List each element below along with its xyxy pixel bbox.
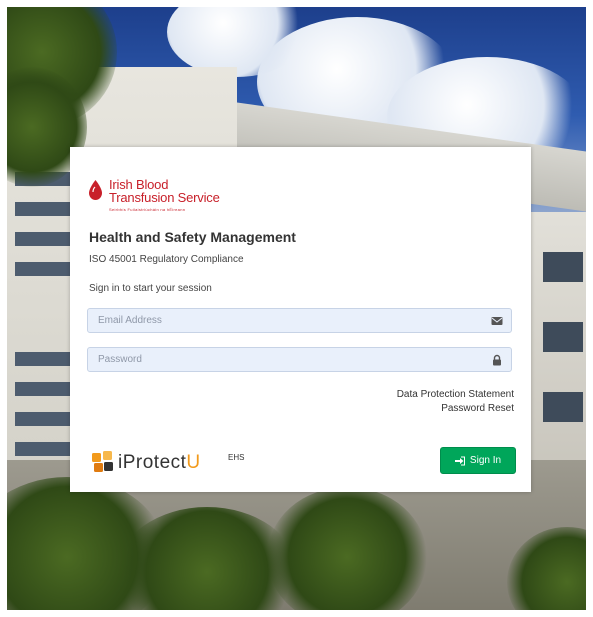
iprotectu-wordmark: iProtectU — [118, 452, 201, 474]
blood-drop-icon — [89, 180, 102, 200]
password-reset-link[interactable]: Password Reset — [397, 402, 514, 416]
page-title: Health and Safety Management — [89, 229, 296, 245]
wordmark-suffix: U — [186, 452, 201, 473]
envelope-icon — [491, 317, 503, 325]
lock-icon — [493, 354, 501, 366]
ibts-logo: Irish Blood Transfusion Service Seirbhís… — [89, 177, 249, 217]
building-right — [531, 212, 586, 467]
iprotectu-logo: iProtectU EHS — [92, 451, 262, 481]
help-links: Data Protection Statement Password Reset — [397, 388, 514, 416]
password-field — [87, 347, 512, 372]
email-field — [87, 308, 512, 333]
sign-in-icon — [454, 456, 465, 465]
sign-in-button[interactable]: Sign In — [440, 447, 516, 474]
iprotectu-mark-icon — [92, 451, 113, 472]
email-input[interactable] — [88, 309, 493, 332]
login-card: Irish Blood Transfusion Service Seirbhís… — [70, 147, 531, 492]
ehs-label: EHS — [228, 453, 245, 462]
sign-in-label: Sign In — [469, 455, 502, 466]
logo-tagline: Seirbhís Fuilaistriúcháin na hÉireann — [109, 207, 186, 212]
wordmark-prefix: iProtect — [118, 452, 187, 473]
password-input[interactable] — [88, 348, 493, 371]
session-message: Sign in to start your session — [89, 283, 212, 294]
logo-name-line2: Transfusion Service — [109, 190, 220, 205]
page-subtitle: ISO 45001 Regulatory Compliance — [89, 254, 244, 265]
data-protection-link[interactable]: Data Protection Statement — [397, 388, 514, 402]
